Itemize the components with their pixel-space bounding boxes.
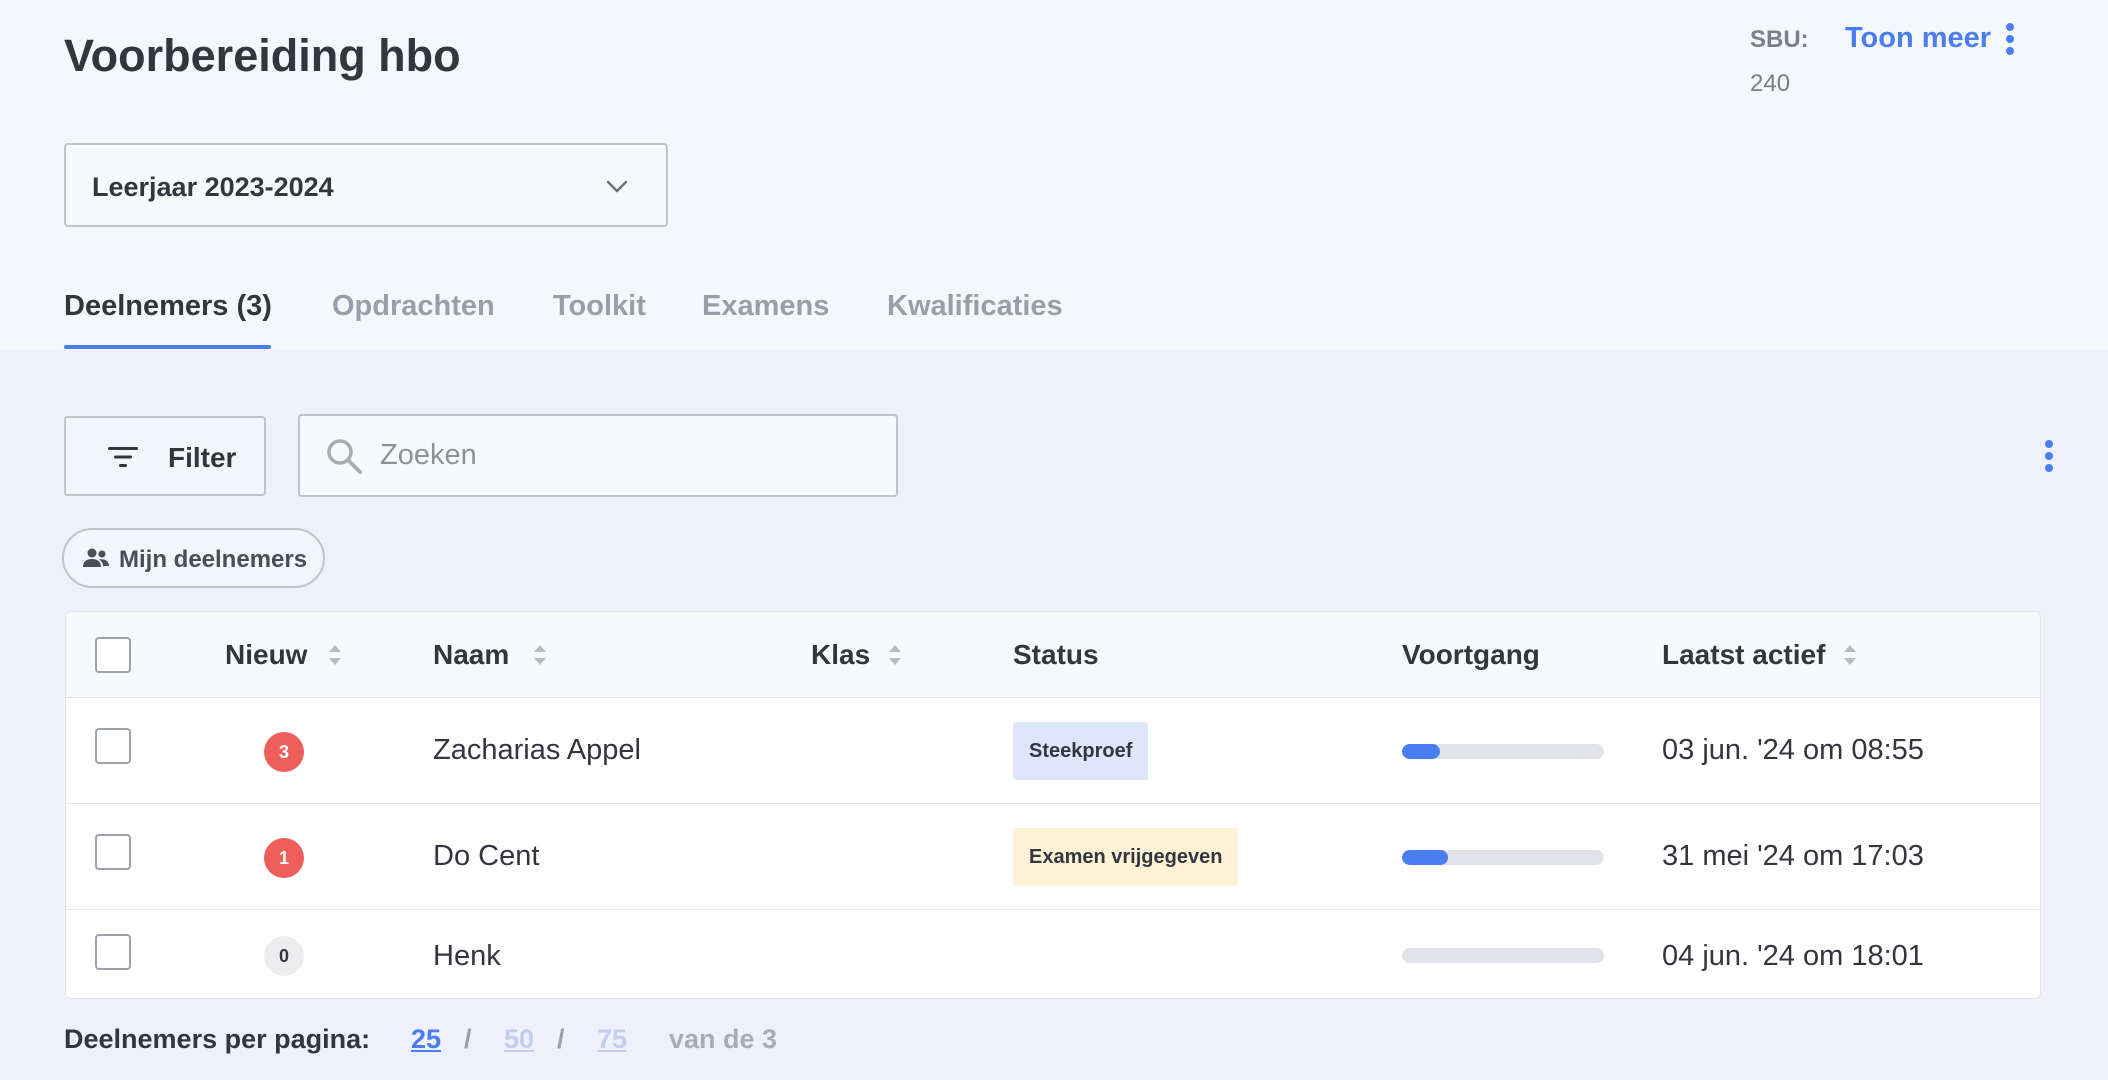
pagination-label: Deelnemers per pagina:	[64, 1024, 371, 1054]
row-checkbox[interactable]	[95, 728, 131, 764]
filter-button[interactable]: Filter	[64, 416, 266, 496]
pagination-separator: /	[464, 1024, 472, 1054]
tab-toolkit[interactable]: Toolkit	[553, 290, 646, 323]
table-header: Nieuw Naam Klas Status Voortgang Laatst …	[66, 612, 2040, 698]
column-header-status: Status	[1013, 639, 1099, 670]
chip-label: Mijn deelnemers	[119, 546, 308, 573]
mijn-deelnemers-chip[interactable]: Mijn deelnemers	[62, 528, 325, 588]
search-icon	[327, 439, 362, 474]
row-checkbox[interactable]	[95, 834, 131, 870]
tab-kwalificaties[interactable]: Kwalificaties	[887, 290, 1063, 323]
participant-name[interactable]: Do Cent	[433, 840, 539, 873]
column-header-nieuw[interactable]: Nieuw	[225, 639, 307, 671]
year-select-value: Leerjaar 2023-2024	[92, 172, 334, 202]
sbu-info: SBU: 240	[1750, 26, 1809, 98]
table-row[interactable]: 0 Henk 04 jun. '24 om 18:01	[66, 910, 2040, 998]
column-header-voortgang: Voortgang	[1402, 639, 1540, 670]
toon-meer-link[interactable]: Toon meer	[1845, 22, 1991, 55]
progress-bar	[1402, 948, 1604, 963]
column-header-naam[interactable]: Naam	[433, 639, 509, 671]
sort-icon[interactable]	[533, 642, 547, 668]
table-row[interactable]: 3 Zacharias Appel Steekproef 03 jun. '24…	[66, 698, 2040, 804]
progress-bar	[1402, 850, 1604, 865]
column-header-laatst-actief[interactable]: Laatst actief	[1662, 639, 1825, 671]
progress-bar	[1402, 744, 1604, 759]
users-icon	[83, 548, 109, 567]
tab-deelnemers[interactable]: Deelnemers (3)	[64, 290, 272, 323]
kebab-icon[interactable]	[2005, 23, 2015, 55]
tab-opdrachten[interactable]: Opdrachten	[332, 290, 495, 323]
pagination-total: van de 3	[669, 1024, 778, 1054]
new-count-badge: 3	[264, 732, 304, 772]
status-badge: Steekproef	[1013, 722, 1149, 780]
filter-label: Filter	[168, 442, 237, 473]
last-active-date: 03 jun. '24 om 08:55	[1662, 734, 1924, 766]
select-all-checkbox[interactable]	[95, 637, 131, 673]
last-active-date: 04 jun. '24 om 18:01	[1662, 940, 1924, 972]
chevron-down-icon	[606, 180, 628, 193]
participant-name[interactable]: Henk	[433, 940, 501, 973]
search-input[interactable]	[380, 430, 880, 480]
sort-icon[interactable]	[328, 642, 342, 668]
search-box	[298, 414, 898, 497]
last-active-date: 31 mei '24 om 17:03	[1662, 840, 1924, 872]
sort-icon[interactable]	[888, 642, 902, 668]
table-options-kebab-icon[interactable]	[2044, 440, 2054, 472]
year-select[interactable]: Leerjaar 2023-2024	[64, 143, 668, 227]
new-count-badge: 1	[264, 838, 304, 878]
table-row[interactable]: 1 Do Cent Examen vrijgegeven 31 mei '24 …	[66, 804, 2040, 910]
filter-icon	[108, 447, 138, 467]
active-tab-indicator	[64, 345, 271, 349]
sort-icon[interactable]	[1843, 642, 1857, 668]
page-size-75[interactable]: 75	[597, 1024, 627, 1055]
column-header-klas[interactable]: Klas	[811, 639, 870, 671]
tab-examens[interactable]: Examens	[702, 290, 829, 323]
page-size-50[interactable]: 50	[504, 1024, 534, 1055]
row-checkbox[interactable]	[95, 934, 131, 970]
participants-table: Nieuw Naam Klas Status Voortgang Laatst …	[65, 611, 2041, 999]
status-badge: Examen vrijgegeven	[1013, 828, 1239, 886]
page-size-25[interactable]: 25	[411, 1024, 441, 1055]
page-title: Voorbereiding hbo	[64, 30, 461, 81]
sbu-value: 240	[1750, 70, 1791, 97]
participant-name[interactable]: Zacharias Appel	[433, 734, 641, 767]
pagination-separator: /	[557, 1024, 565, 1054]
sbu-label: SBU:	[1750, 26, 1809, 53]
new-count-badge: 0	[264, 936, 304, 976]
